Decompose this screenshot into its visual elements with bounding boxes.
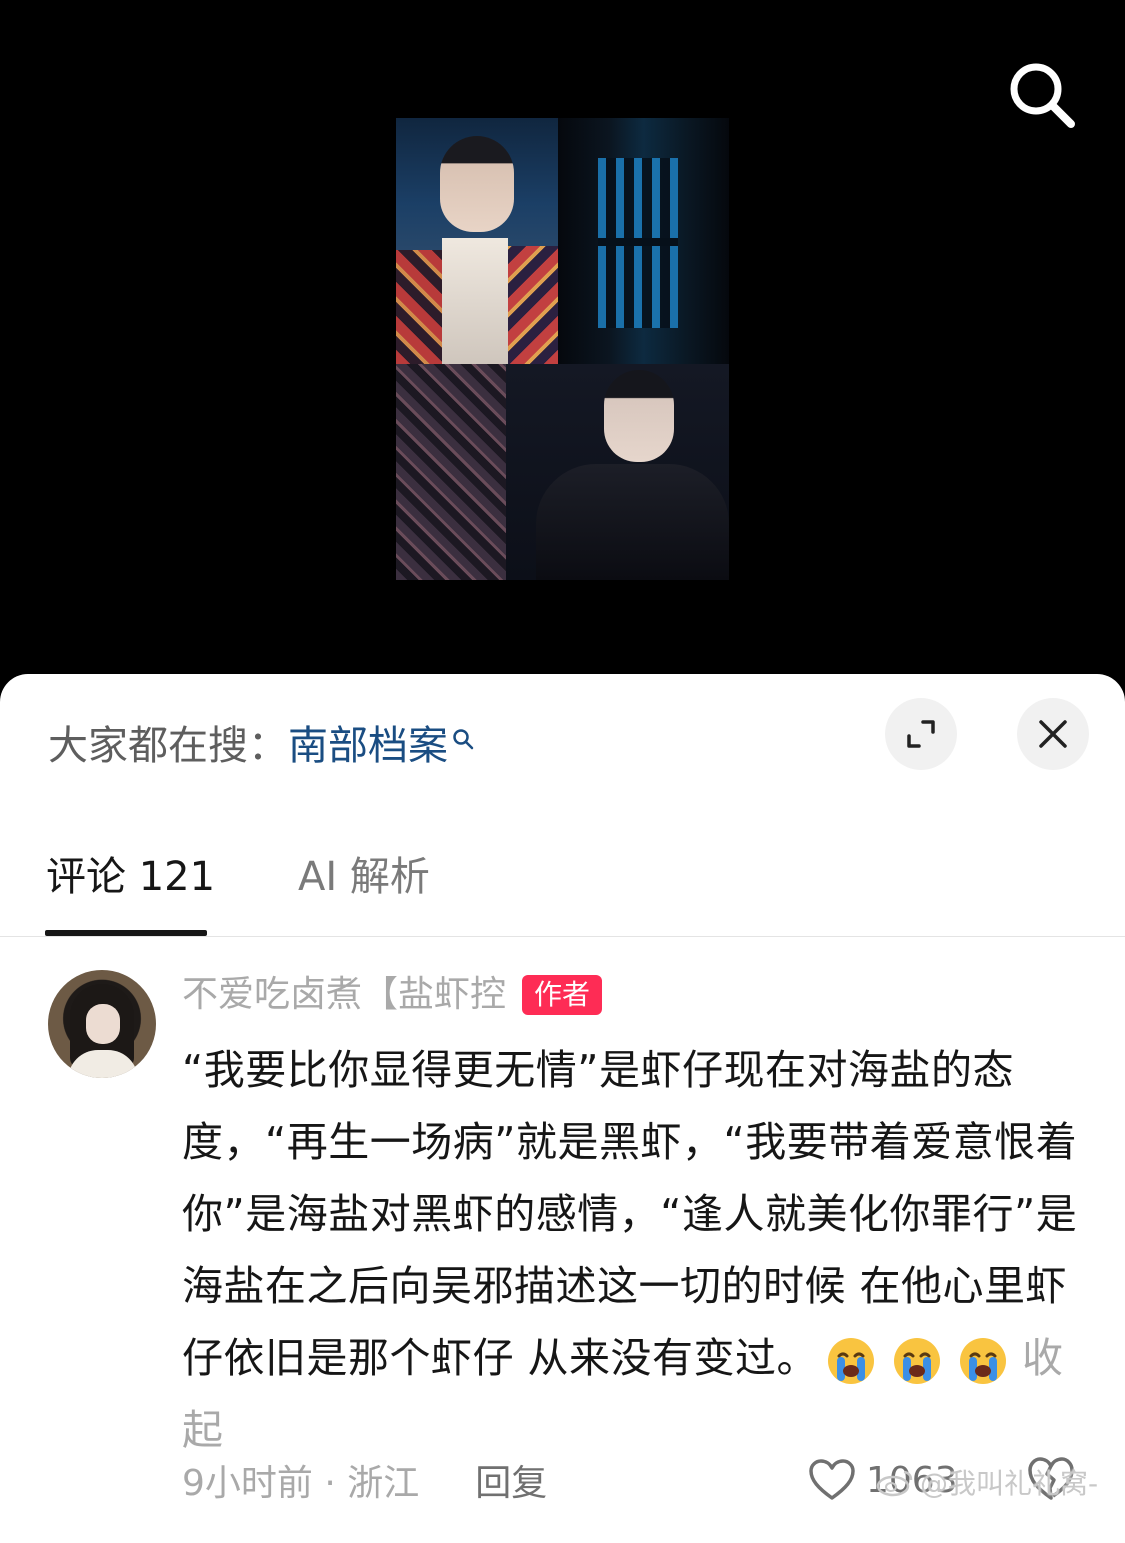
avatar[interactable] — [48, 970, 156, 1078]
expand-icon — [907, 720, 935, 748]
tab-divider — [0, 936, 1125, 937]
video-still-window — [558, 118, 729, 364]
expand-button[interactable] — [885, 698, 957, 770]
comment-time-location: 9小时前 · 浙江 — [182, 1463, 420, 1504]
crying-emoji-icon — [828, 1338, 875, 1384]
close-button[interactable] — [1017, 698, 1089, 770]
trending-query-text: 南部档案 — [288, 723, 448, 769]
video-thumbnail[interactable] — [396, 118, 729, 580]
comment-text: “我要比你显得更无情”是虾仔现在对海盐的态度，“再生一场病”就是黑虾，“我要带着… — [182, 1046, 1078, 1382]
author-badge: 作者 — [522, 975, 603, 1015]
weibo-logo-icon — [876, 1470, 913, 1497]
small-search-icon — [453, 729, 474, 750]
comment-panel: 大家都在搜： 南部档案 评论 121 AI 解析 不爱吃卤煮【盐虾控 作者 “我… — [0, 674, 1125, 1543]
crying-emoji-icon — [894, 1338, 941, 1384]
search-icon — [1010, 63, 1075, 128]
comment-header: 不爱吃卤煮【盐虾控 作者 — [182, 970, 603, 1020]
video-still-top-left — [396, 118, 558, 364]
trending-prefix: 大家都在搜： — [48, 723, 288, 769]
watermark-text: @我叫礼礼窝- — [920, 1467, 1099, 1500]
heart-icon — [809, 1459, 855, 1500]
video-still-bottom — [396, 364, 729, 580]
comment-meta: 9小时前 · 浙江 回复 — [182, 1452, 547, 1508]
crying-emoji-icon — [960, 1338, 1007, 1384]
comment-body: “我要比你显得更无情”是虾仔现在对海盐的态度，“再生一场病”就是黑虾，“我要带着… — [182, 1034, 1082, 1466]
emoji-group — [818, 1336, 1016, 1386]
close-icon — [1039, 720, 1067, 748]
video-player[interactable] — [0, 0, 1125, 700]
tab-bar: 评论 121 AI 解析 — [0, 844, 1125, 936]
comment-username[interactable]: 不爱吃卤煮【盐虾控 — [182, 970, 506, 1020]
trending-search: 大家都在搜： 南部档案 — [48, 718, 474, 774]
tab-comments[interactable]: 评论 121 — [46, 844, 215, 910]
trending-query-link[interactable]: 南部档案 — [288, 718, 474, 774]
reply-button[interactable]: 回复 — [475, 1454, 547, 1506]
comment-item: 不爱吃卤煮【盐虾控 作者 “我要比你显得更无情”是虾仔现在对海盐的态度，“再生一… — [0, 970, 1125, 1543]
tab-ai-analysis[interactable]: AI 解析 — [298, 844, 430, 910]
search-button[interactable] — [1005, 58, 1079, 132]
watermark: @我叫礼礼窝- — [876, 1462, 1098, 1502]
